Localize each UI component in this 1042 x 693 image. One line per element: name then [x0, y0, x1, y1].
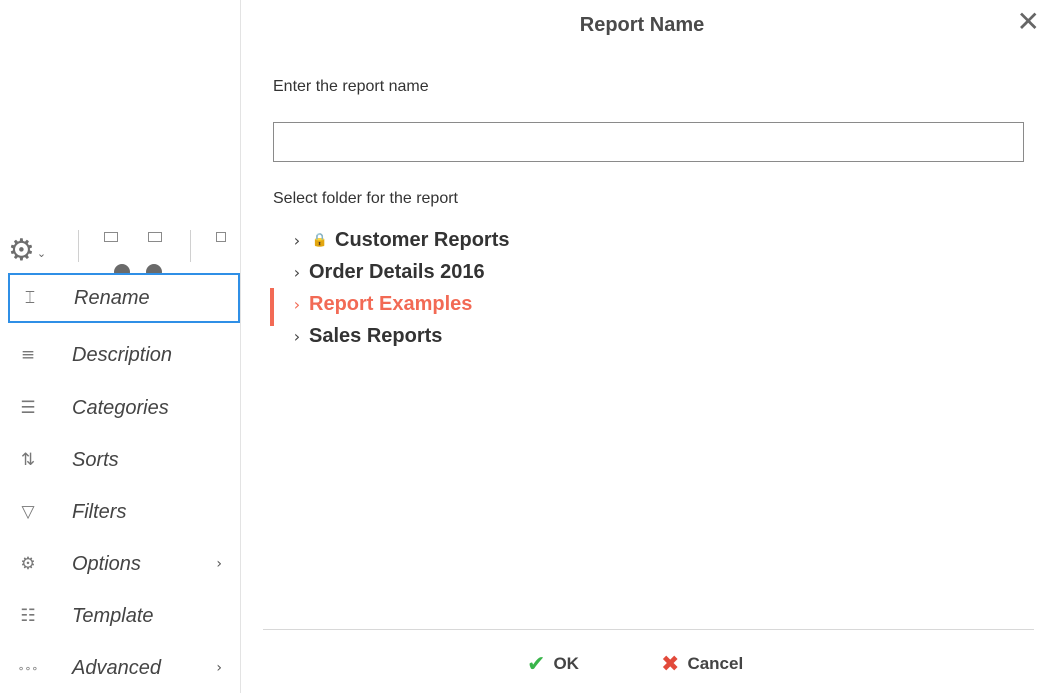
chevron-right-icon[interactable]: › — [287, 263, 307, 282]
dialog-title: Report Name — [579, 14, 705, 36]
menu-item-advanced[interactable]: ∘∘∘ Advanced › — [8, 643, 240, 693]
folder-item-order-details-2016[interactable]: › Order Details 2016 — [287, 256, 787, 288]
ok-button-label: OK — [553, 654, 579, 673]
lock-icon: 🔒 — [311, 232, 329, 248]
toolbar-divider — [78, 230, 79, 262]
chevron-right-icon: › — [216, 556, 222, 572]
categories-icon: ☰ — [20, 398, 36, 418]
template-icon: ☷ — [20, 606, 36, 626]
folder-label: Sales Reports — [309, 324, 443, 347]
chevron-right-icon[interactable]: › — [287, 327, 307, 346]
folder-item-report-examples[interactable]: › Report Examples — [287, 288, 787, 320]
report-name-input[interactable] — [273, 122, 1024, 162]
filter-icon: ▽ — [21, 502, 35, 522]
folder-select-label: Select folder for the report — [273, 190, 458, 207]
folder-item-sales-reports[interactable]: › Sales Reports — [287, 320, 787, 352]
menu-item-label: Rename — [74, 286, 150, 309]
menu-item-label: Sorts — [72, 448, 119, 471]
chevron-down-icon: ⌄ — [36, 246, 47, 260]
menu-item-label: Categories — [72, 396, 169, 419]
grid-icon[interactable] — [148, 232, 162, 242]
menu-item-label: Filters — [72, 500, 127, 523]
menu-item-filters[interactable]: ▽ Filters — [8, 487, 240, 537]
chevron-right-icon[interactable]: › — [287, 231, 307, 250]
menu-item-description[interactable]: ≡ Description — [8, 330, 240, 380]
menu-item-options[interactable]: ⚙ Options › — [8, 539, 240, 589]
layout-icon[interactable] — [104, 232, 118, 242]
close-x-icon: ✖ — [661, 651, 680, 677]
menu-item-label: Options — [72, 552, 141, 575]
folder-label: Order Details 2016 — [309, 260, 485, 283]
menu-item-label: Advanced — [72, 656, 161, 679]
report-toolbar: ⚙ ⌄ — [0, 220, 240, 280]
active-folder-indicator — [270, 288, 274, 326]
checkmark-icon: ✔ — [527, 651, 546, 677]
gear-icon: ⚙ — [8, 233, 35, 268]
report-name-label: Enter the report name — [273, 78, 429, 95]
ok-button[interactable]: ✔ OK — [527, 650, 579, 678]
folder-item-customer-reports[interactable]: › 🔒 Customer Reports — [287, 224, 787, 256]
menu-item-label: Template — [72, 604, 154, 627]
menu-item-sorts[interactable]: ⇅ Sorts — [8, 435, 240, 485]
cancel-button[interactable]: ✖ Cancel — [661, 650, 743, 678]
settings-dropdown-menu: ⌶ Rename ≡ Description ☰ Categories ⇅ So… — [8, 273, 240, 693]
report-name-dialog: Report Name ✕ Enter the report name Sele… — [240, 0, 1042, 693]
menu-item-label: Description — [72, 343, 173, 366]
more-icon: ∘∘∘ — [17, 661, 39, 675]
folder-label: Report Examples — [309, 292, 473, 315]
rename-icon: ⌶ — [24, 288, 36, 308]
toolbar-divider — [190, 230, 191, 262]
description-icon: ≡ — [20, 345, 36, 365]
sort-az-icon: ⇅ — [20, 450, 36, 470]
footer-divider — [263, 629, 1034, 630]
chevron-right-icon[interactable]: › — [287, 295, 307, 314]
menu-item-categories[interactable]: ☰ Categories — [8, 383, 240, 433]
folder-label: Customer Reports — [335, 228, 510, 251]
menu-item-template[interactable]: ☷ Template — [8, 591, 240, 641]
export-icon[interactable] — [216, 232, 226, 242]
options-gear-icon: ⚙ — [20, 554, 36, 574]
close-icon[interactable]: ✕ — [1017, 8, 1040, 36]
menu-item-rename[interactable]: ⌶ Rename — [8, 273, 240, 323]
cancel-button-label: Cancel — [687, 654, 744, 673]
settings-menu-button[interactable]: ⚙ ⌄ — [8, 232, 68, 270]
chevron-right-icon: › — [216, 660, 222, 676]
